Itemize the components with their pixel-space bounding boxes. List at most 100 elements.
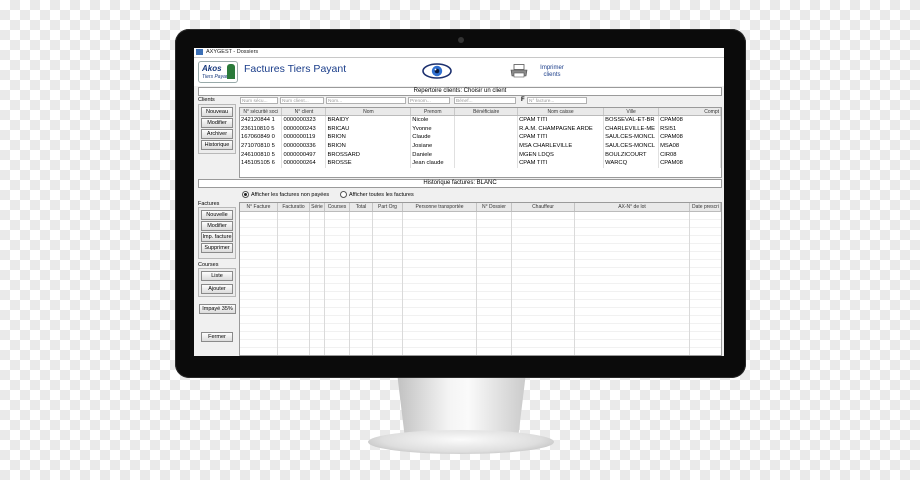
cell-caisse: CPAM TITI: [517, 115, 605, 125]
invoice-print-button[interactable]: Imp. facture: [201, 232, 233, 242]
cell-caisse: MSA CHARLEVILLE: [517, 141, 605, 151]
col-header-prescription-date[interactable]: Date prescri: [690, 203, 721, 211]
table-row[interactable]: 145105105 6 0000000264 BROSSE Jean claud…: [240, 158, 721, 168]
cell-account: CPAM08: [658, 133, 721, 142]
cell-firstname: Claude: [410, 133, 456, 142]
col-header-billing[interactable]: Facturatio: [278, 203, 310, 211]
cell-client: 0000000119: [281, 133, 327, 142]
search-name-input[interactable]: Nom...: [326, 97, 406, 104]
cell-account: RSI51: [658, 124, 721, 134]
client-edit-button[interactable]: Modifier: [201, 118, 233, 128]
search-client-input[interactable]: Num client...: [280, 97, 324, 104]
col-header-beneficiary[interactable]: Bénéficiaire: [454, 108, 519, 116]
cell-secu: 271070810 5: [240, 141, 283, 151]
cell-account: CPAM08: [658, 115, 721, 125]
monitor-stand-base: [368, 430, 554, 454]
logo-text: Akos: [202, 64, 222, 73]
column-divider: [372, 212, 373, 355]
radio-all-dot[interactable]: [340, 191, 347, 198]
app-icon: [196, 49, 203, 55]
cell-firstname: Yvonne: [410, 124, 456, 134]
table-row[interactable]: 246100810 5 0000000497 BROSSARD Daniele …: [240, 150, 721, 159]
courses-add-button[interactable]: Ajouter: [201, 284, 233, 294]
cell-account: MSA08: [658, 141, 721, 151]
col-header-part-org[interactable]: Part Org: [373, 203, 403, 211]
radio-unpaid-label: Afficher les factures non payées: [251, 191, 330, 198]
cell-caisse: CPAM TITI: [517, 133, 605, 142]
cell-caisse: CPAM TITI: [517, 158, 605, 168]
courses-list-button[interactable]: Liste: [201, 271, 233, 281]
col-header-batch[interactable]: AX-N° de lot: [575, 203, 690, 211]
col-header-name[interactable]: Nom: [325, 108, 412, 116]
close-button[interactable]: Fermer: [201, 332, 233, 342]
cell-name: BROSSARD: [325, 150, 412, 159]
printer-icon[interactable]: [510, 64, 528, 78]
col-header-total[interactable]: Total: [350, 203, 373, 211]
print-clients-button[interactable]: Imprimer clients: [534, 65, 570, 79]
cell-beneficiary: [454, 158, 519, 168]
col-header-caisse[interactable]: Nom caisse: [517, 108, 605, 116]
page-title: Factures Tiers Payant: [244, 63, 347, 75]
cell-beneficiary: [454, 133, 519, 142]
logo-subtext: Tiers Payant: [202, 74, 231, 80]
cell-name: BRION: [325, 133, 412, 142]
col-header-city[interactable]: Ville: [603, 108, 660, 116]
table-row[interactable]: 271070810 5 0000000336 BRION Josiane MSA…: [240, 141, 721, 151]
cell-beneficiary: [454, 124, 519, 134]
cell-city: BOSSEVAL-ET-BR: [603, 115, 660, 125]
cell-beneficiary: [454, 141, 519, 151]
client-new-button[interactable]: Nouveau: [201, 107, 233, 117]
invoice-edit-button[interactable]: Modifier: [201, 221, 233, 231]
table-row[interactable]: 236110810 5 0000000243 BRICAU Yvonne R.A…: [240, 124, 721, 134]
cell-client: 0000000497: [281, 150, 327, 159]
column-divider: [277, 212, 278, 355]
col-header-driver[interactable]: Chauffeur: [512, 203, 575, 211]
invoices-table-header: N° Facture Facturatio Série Courses Tota…: [240, 203, 721, 212]
search-invoice-input[interactable]: N° facture...: [527, 97, 587, 104]
client-history-button[interactable]: Historique: [201, 140, 233, 150]
column-divider: [309, 212, 310, 355]
col-header-courses[interactable]: Courses: [325, 203, 350, 211]
cell-beneficiary: [454, 150, 519, 159]
col-header-client[interactable]: N° client: [281, 108, 327, 116]
factures-section-title: Historique factures: BLANC: [198, 179, 722, 188]
cell-secu: 236110810 5: [240, 124, 283, 134]
radio-all-label: Afficher toutes les factures: [349, 191, 414, 198]
cell-secu: 246100810 5: [240, 150, 283, 159]
impaye-button[interactable]: Impayé 35%: [199, 304, 236, 314]
table-row[interactable]: 167060849 0 0000000119 BRION Claude CPAM…: [240, 133, 721, 142]
invoice-delete-button[interactable]: Supprimer: [201, 243, 233, 253]
column-divider: [476, 212, 477, 355]
eye-icon[interactable]: [422, 62, 452, 80]
cell-caisse: R.A.M. CHAMPAGNE ARDE: [517, 124, 605, 134]
cell-city: BOULZICOURT: [603, 150, 660, 159]
col-header-account[interactable]: Compt: [658, 108, 721, 116]
cell-client: 0000000243: [281, 124, 327, 134]
col-header-transported-person[interactable]: Personne transportée: [403, 203, 477, 211]
radio-unpaid-option[interactable]: Afficher les factures non payées: [242, 191, 329, 198]
search-beneficiary-input[interactable]: Bénef...: [454, 97, 516, 104]
col-header-dossier[interactable]: N° Dossier: [477, 203, 512, 211]
col-header-firstname[interactable]: Prenom: [410, 108, 456, 116]
search-secu-input[interactable]: Num sécu...: [240, 97, 278, 104]
cell-client: 0000000323: [281, 115, 327, 125]
col-header-series[interactable]: Série: [310, 203, 325, 211]
col-header-invoice-number[interactable]: N° Facture: [240, 203, 278, 211]
cell-firstname: Nicole: [410, 115, 456, 125]
akos-logo: Akos Tiers Payant: [198, 61, 238, 83]
cell-caisse: MGEN LDQS: [517, 150, 605, 159]
cell-client: 0000000336: [281, 141, 327, 151]
radio-unpaid-dot[interactable]: [242, 191, 249, 198]
client-archive-button[interactable]: Archiver: [201, 129, 233, 139]
invoice-new-button[interactable]: Nouvelle: [201, 210, 233, 220]
clients-table: N° sécurité soci N° client Nom Prenom Bé…: [239, 107, 722, 178]
cell-city: SAULCES-MONCL: [603, 133, 660, 142]
clients-section-title: Repertoire clients: Choisir un client: [198, 87, 722, 96]
cell-client: 0000000264: [281, 158, 327, 168]
cell-city: WARCQ: [603, 158, 660, 168]
cell-secu: 242120844 1: [240, 115, 283, 125]
search-firstname-input[interactable]: Prenom...: [408, 97, 450, 104]
radio-all-option[interactable]: Afficher toutes les factures: [340, 191, 414, 198]
col-header-secu[interactable]: N° sécurité soci: [240, 108, 283, 116]
table-row[interactable]: 242120844 1 0000000323 BRAIDY Nicole CPA…: [240, 115, 721, 125]
